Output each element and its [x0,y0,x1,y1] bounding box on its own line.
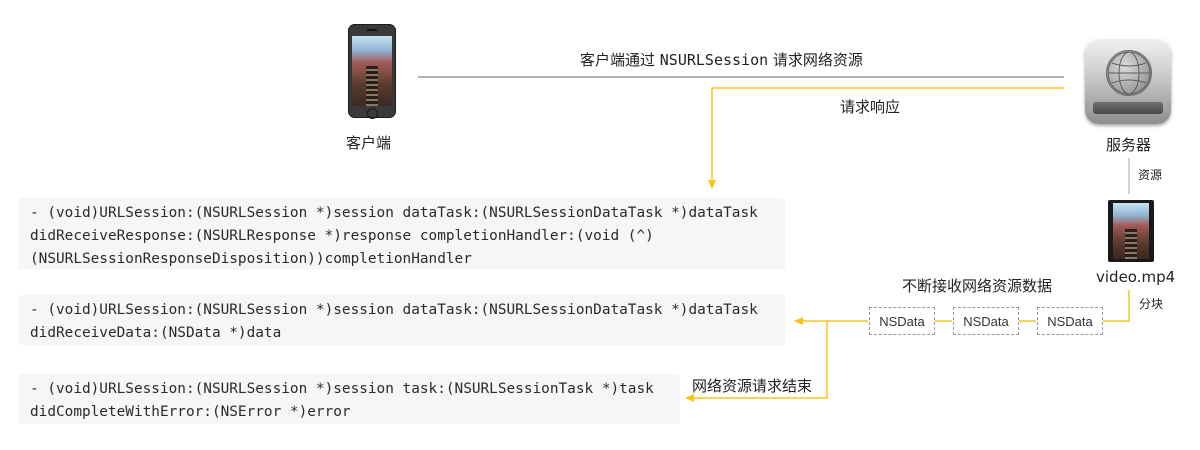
chunk-label: 分块 [1139,297,1164,311]
request-label: 客户端通过 NSURLSession 请求网络资源 [580,49,863,70]
code-line: (NSURLSessionResponseDisposition))comple… [30,251,472,267]
server-drive-band [1093,102,1163,114]
phone-screen [352,36,392,106]
resource-label: 资源 [1138,168,1163,182]
chunk-connector [1102,290,1130,322]
phone-speaker [367,29,377,31]
nsdata-chunk: NSData [953,307,1019,335]
server-icon [1085,38,1171,124]
code-line: didCompleteWithError:(NSError *)error [30,404,351,420]
phone-home-button [367,108,378,119]
response-label: 请求响应 [840,98,901,116]
request-label-prefix: 客户端通过 [580,51,660,69]
complete-label: 网络资源请求结束 [692,377,813,395]
video-thumbnail-rails [1125,229,1137,259]
request-label-code: NSURLSession [659,51,769,69]
phone-icon [348,24,396,119]
code-line: - (void)URLSession:(NSURLSession *)sessi… [30,381,654,397]
code-line: - (void)URLSession:(NSURLSession *)sessi… [30,205,758,221]
nsdata-chunk: NSData [1037,307,1103,335]
did-receive-response-callback: - (void)URLSession:(NSURLSession *)sessi… [18,198,785,270]
video-thumbnail-frame [1113,203,1149,259]
code-line: - (void)URLSession:(NSURLSession *)sessi… [30,302,758,318]
code-line: didReceiveResponse:(NSURLResponse *)resp… [30,228,654,244]
video-thumbnail-icon [1108,200,1154,262]
code-line: didReceiveData:(NSData *)data [30,325,282,341]
receive-label: 不断接收网络资源数据 [902,277,1053,295]
globe-icon [1106,50,1152,96]
client-label: 客户端 [346,134,392,152]
request-label-suffix: 请求网络资源 [768,51,863,69]
server-label: 服务器 [1106,136,1152,154]
did-receive-data-callback: - (void)URLSession:(NSURLSession *)sessi… [18,295,785,345]
video-filename: video.mp4 [1096,268,1176,286]
phone-screen-track [366,66,378,106]
did-complete-callback: - (void)URLSession:(NSURLSession *)sessi… [18,374,680,424]
nsdata-chunk: NSData [869,307,935,335]
